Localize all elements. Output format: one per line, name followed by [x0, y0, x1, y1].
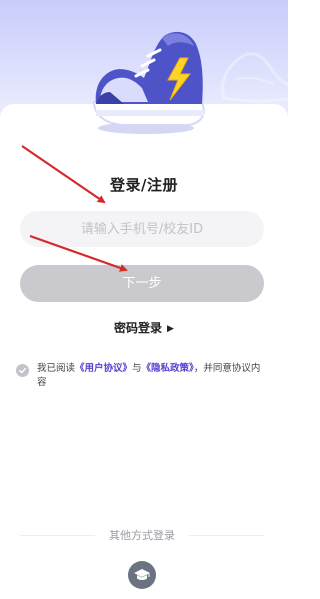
agreement-text: 我已阅读《用户协议》与《隐私政策》，并同意协议内容: [37, 362, 268, 390]
divider-line-left: [20, 534, 95, 536]
other-login-divider: 其他方式登录: [20, 527, 264, 543]
alumni-login-button[interactable]: [128, 561, 156, 589]
play-triangle-icon: ▶: [167, 324, 174, 334]
phone-input[interactable]: [20, 211, 264, 247]
phone-field[interactable]: [20, 211, 264, 247]
divider-line-right: [189, 534, 264, 536]
sneaker-outline-decoration: [220, 52, 288, 103]
agreement-and: 与: [132, 363, 142, 374]
other-login-label: 其他方式登录: [109, 529, 175, 542]
check-icon: [19, 367, 26, 374]
password-login-label: 密码登录: [114, 321, 163, 335]
page-title: 登录/注册: [110, 176, 178, 194]
graduation-cap-icon: [134, 569, 150, 580]
password-login-link[interactable]: 密码登录 ▶: [0, 319, 288, 336]
agreement-prefix: 我已阅读: [37, 363, 76, 374]
sneaker-icon: [92, 31, 206, 134]
user-agreement-link[interactable]: 《用户协议》: [75, 363, 132, 374]
privacy-policy-link[interactable]: 《隐私政策》: [142, 363, 194, 374]
next-button[interactable]: 下一步: [20, 265, 264, 302]
agreement-checkbox[interactable]: [16, 364, 29, 377]
agreement-row: 我已阅读《用户协议》与《隐私政策》，并同意协议内容: [16, 362, 268, 390]
